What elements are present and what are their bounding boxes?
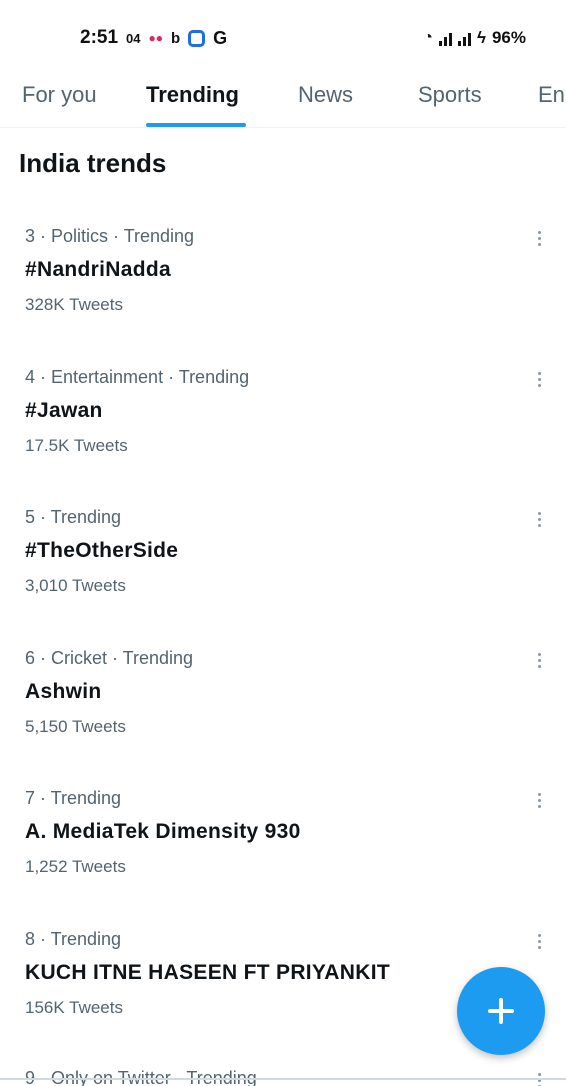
trend-item[interactable]: 5 · Trending #TheOtherSide 3,010 Tweets xyxy=(0,507,566,647)
status-left: 2:51 04 ●● b G xyxy=(80,27,227,49)
rounded-square-icon xyxy=(188,29,206,47)
status-right: ◔ ϟ 96% xyxy=(423,28,526,48)
signal-icon-2 xyxy=(457,30,471,46)
trend-count: 17.5K Tweets xyxy=(25,436,128,455)
more-options-icon[interactable] xyxy=(534,788,544,812)
trend-meta: 6 · Cricket · Trending xyxy=(25,648,194,668)
status-small-text: 04 xyxy=(126,30,141,46)
trend-count: 1,252 Tweets xyxy=(25,857,126,876)
trend-name: KUCH ITNE HASEEN FT PRIYANKIT xyxy=(25,961,390,984)
trend-meta: 5 · Trending xyxy=(25,507,122,527)
battery-percent: 96% xyxy=(491,28,526,47)
more-options-icon[interactable] xyxy=(534,367,544,391)
tab-sports[interactable]: Sports xyxy=(418,82,482,108)
signal-icon xyxy=(438,30,452,46)
plus-icon xyxy=(486,996,516,1026)
trend-meta: 9 · Only on Twitter · Trending xyxy=(25,1068,257,1086)
trend-meta: 8 · Trending xyxy=(25,929,122,949)
trend-item[interactable]: 7 · Trending A. MediaTek Dimensity 930 1… xyxy=(0,788,566,928)
trend-count: 5,150 Tweets xyxy=(25,717,126,736)
trend-count: 156K Tweets xyxy=(25,998,123,1017)
trend-name: A. MediaTek Dimensity 930 xyxy=(25,820,301,843)
trend-item-partial[interactable]: 9 · Only on Twitter · Trending xyxy=(0,1068,566,1086)
google-icon: G xyxy=(213,27,228,48)
trend-count: 3,010 Tweets xyxy=(25,576,126,595)
tab-bar: For you Trending News Sports En xyxy=(0,70,566,128)
trend-meta: 4 · Entertainment · Trending xyxy=(25,367,250,387)
active-tab-indicator xyxy=(146,123,246,127)
tab-news[interactable]: News xyxy=(298,82,353,108)
more-options-icon[interactable] xyxy=(534,929,544,953)
trend-item[interactable]: 4 · Entertainment · Trending #Jawan 17.5… xyxy=(0,367,566,507)
more-options-icon[interactable] xyxy=(534,507,544,531)
wifi-icon: ◔ xyxy=(423,29,433,46)
trend-name: #NandriNadda xyxy=(25,258,171,281)
trend-item[interactable]: 3 · Politics · Trending #NandriNadda 328… xyxy=(0,226,566,366)
section-title: India trends xyxy=(19,148,167,178)
trend-item[interactable]: 6 · Cricket · Trending Ashwin 5,150 Twee… xyxy=(0,648,566,788)
trend-count: 328K Tweets xyxy=(25,295,123,314)
tab-trending[interactable]: Trending xyxy=(146,82,239,108)
trend-meta: 7 · Trending xyxy=(25,788,122,808)
tab-for-you[interactable]: For you xyxy=(22,82,97,108)
trend-meta: 3 · Politics · Trending xyxy=(25,226,195,246)
bottom-divider xyxy=(0,1078,566,1080)
trend-name: #TheOtherSide xyxy=(25,539,179,562)
app-icon: b xyxy=(171,29,181,47)
charging-icon: ϟ xyxy=(476,28,486,47)
trend-name: #Jawan xyxy=(25,399,103,422)
compose-button[interactable] xyxy=(457,967,545,1055)
more-options-icon[interactable] xyxy=(534,226,544,250)
status-bar: 2:51 04 ●● b G ◔ ϟ 96% xyxy=(0,0,566,70)
notification-icon: ●● xyxy=(148,31,164,45)
trend-name: Ashwin xyxy=(25,680,102,703)
more-options-icon[interactable] xyxy=(534,648,544,672)
status-time: 2:51 xyxy=(80,27,119,48)
more-options-icon[interactable] xyxy=(534,1068,544,1086)
tab-entertainment[interactable]: En xyxy=(538,82,565,108)
